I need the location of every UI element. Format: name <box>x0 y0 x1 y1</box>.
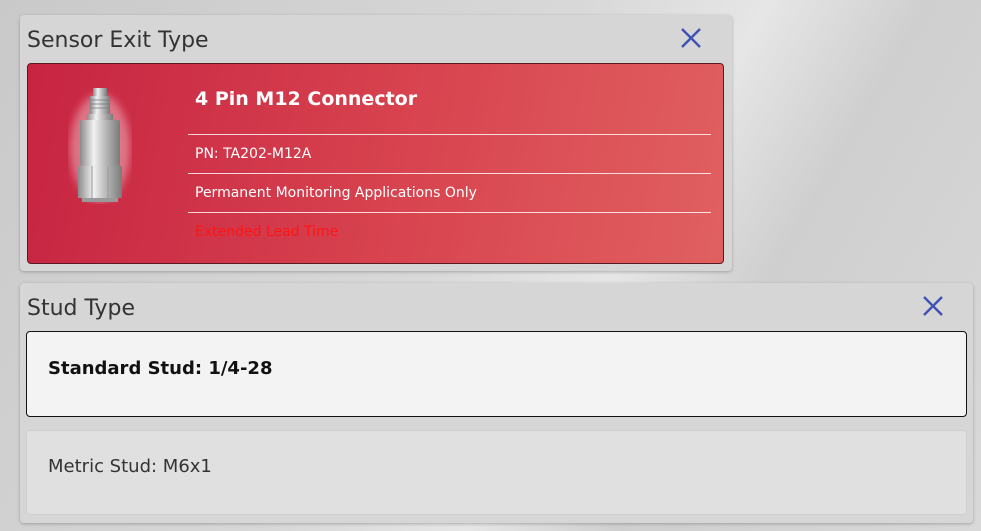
divider <box>188 134 711 135</box>
option-label: Standard Stud: 1/4-28 <box>48 358 273 379</box>
close-icon[interactable] <box>921 294 945 318</box>
sensor-product-image <box>68 86 132 204</box>
panel-title: Sensor Exit Type <box>27 28 209 53</box>
application-note: Permanent Monitoring Applications Only <box>195 185 477 201</box>
sensor-exit-type-panel: Sensor Exit Type 4 Pin M12 Connector PN:… <box>20 15 732 271</box>
stud-option-standard[interactable]: Standard Stud: 1/4-28 <box>26 331 967 417</box>
selected-connector-card[interactable]: 4 Pin M12 Connector PN: TA202-M12A Perma… <box>27 63 724 264</box>
stud-option-metric[interactable]: Metric Stud: M6x1 <box>26 430 967 515</box>
connector-title: 4 Pin M12 Connector <box>195 88 418 110</box>
stud-type-panel: Stud Type Standard Stud: 1/4-28 Metric S… <box>20 283 973 523</box>
divider <box>188 173 711 174</box>
panel-title: Stud Type <box>27 296 136 321</box>
part-number: PN: TA202-M12A <box>195 146 312 162</box>
option-label: Metric Stud: M6x1 <box>48 456 212 477</box>
divider <box>188 212 711 213</box>
close-icon[interactable] <box>679 26 703 50</box>
lead-time-warning: Extended Lead Time <box>195 224 339 240</box>
